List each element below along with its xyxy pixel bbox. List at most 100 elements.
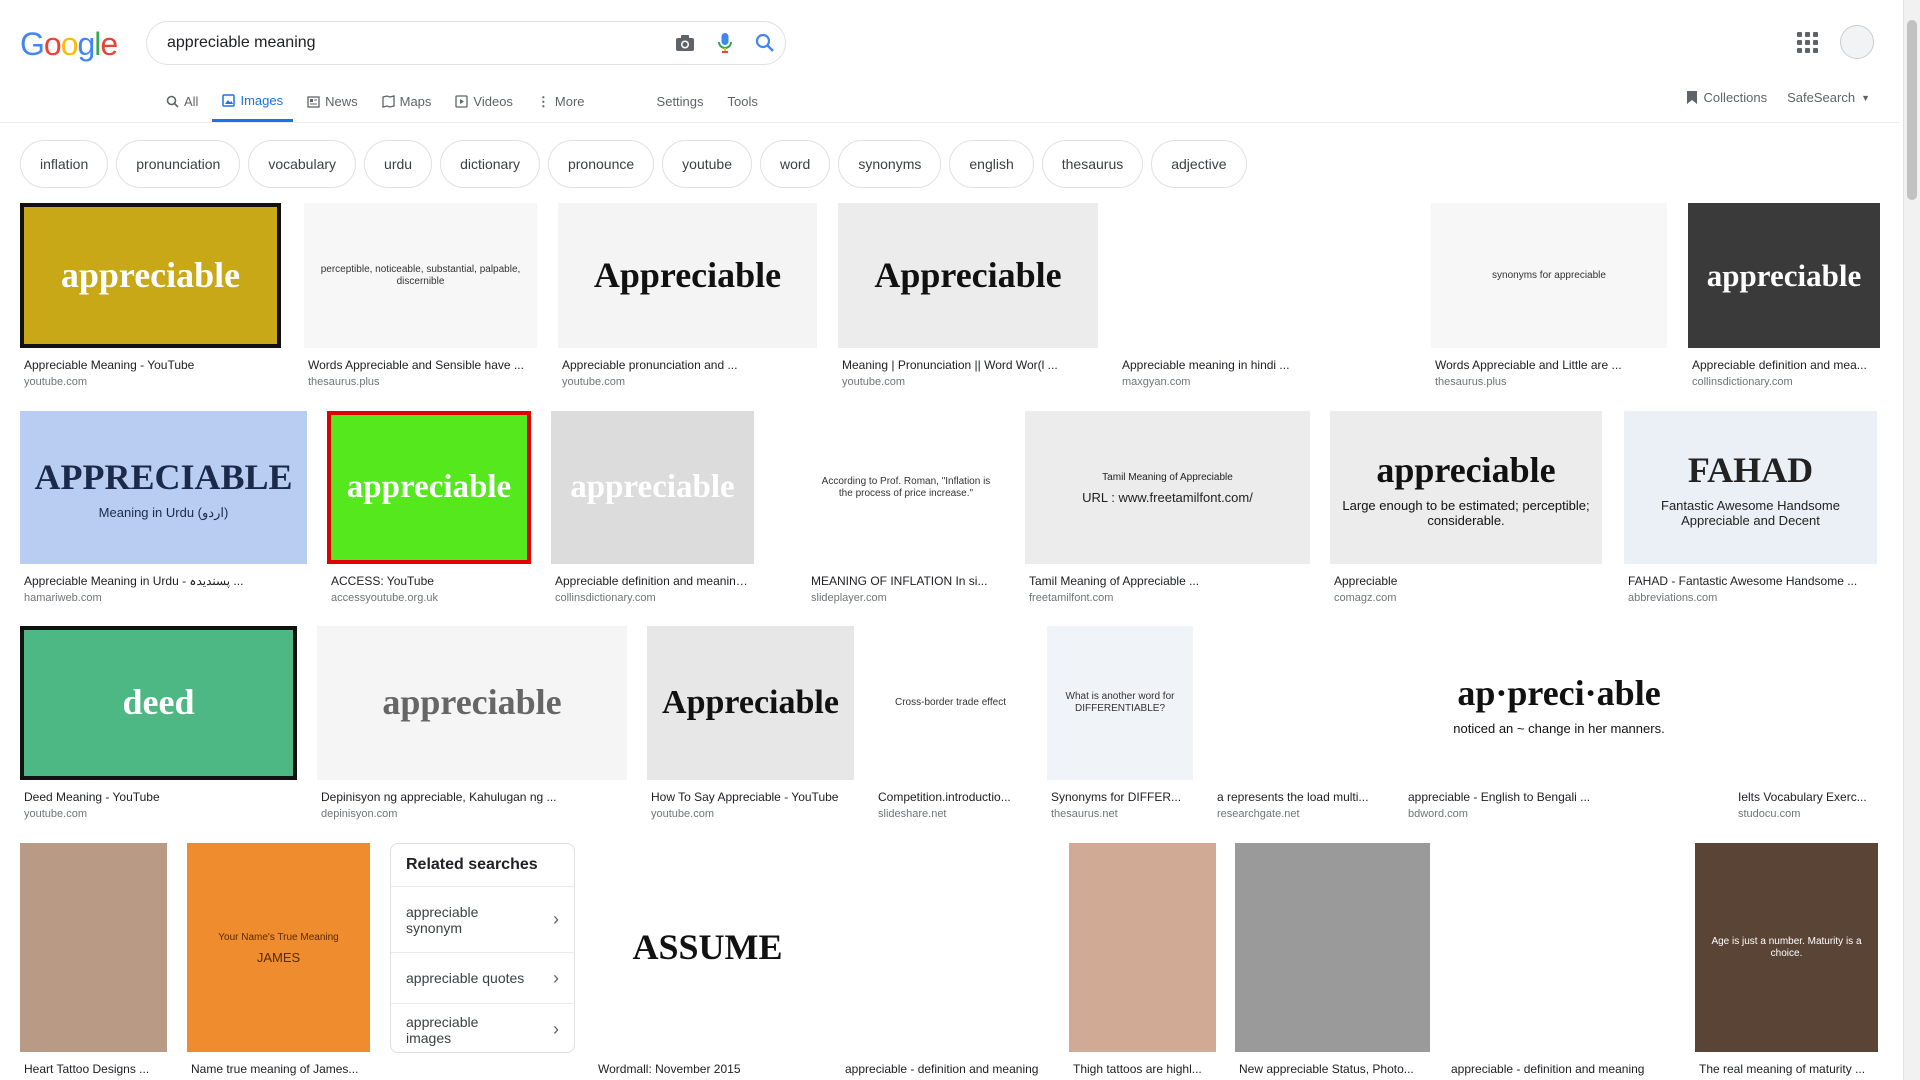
image-result[interactable]: According to Prof. Roman, "Inflation is … — [807, 411, 1005, 604]
result-thumbnail[interactable] — [1213, 626, 1383, 780]
image-result[interactable]: synonyms for appreciable Words Appreciabl… — [1431, 203, 1667, 388]
image-result[interactable]: ASSUME Wordmall: November 2015 — [594, 843, 821, 1080]
result-caption[interactable]: Appreciable — [1334, 574, 1600, 588]
image-result[interactable]: perceptible, noticeable, substantial, pa… — [304, 203, 537, 388]
result-thumbnail[interactable] — [1069, 843, 1216, 1052]
tab-all[interactable]: All — [166, 88, 198, 122]
result-caption[interactable]: How To Say Appreciable - YouTube — [651, 790, 852, 804]
result-caption[interactable]: appreciable - definition and meaning — [845, 1062, 1047, 1076]
result-thumbnail[interactable]: synonyms for appreciable — [1431, 203, 1667, 348]
result-thumbnail[interactable]: Appreciable — [838, 203, 1098, 348]
result-caption[interactable]: ACCESS: YouTube — [331, 574, 529, 588]
result-caption[interactable]: Appreciable meaning in hindi ... — [1122, 358, 1408, 372]
result-caption[interactable]: New appreciable Status, Photo... — [1239, 1062, 1428, 1076]
image-result[interactable]: appreciable Large enough to be estimated;… — [1330, 411, 1602, 604]
result-thumbnail[interactable]: Appreciable — [647, 626, 854, 780]
image-result[interactable]: Appreciable Appreciable pronunciation and… — [558, 203, 817, 388]
tab-videos[interactable]: Videos — [455, 88, 513, 122]
result-thumbnail[interactable] — [1447, 843, 1675, 1052]
result-thumbnail[interactable]: ASSUME — [594, 843, 821, 1052]
search-input[interactable] — [167, 34, 665, 52]
result-thumbnail[interactable]: FAHAD Fantastic Awesome Handsome Apprecia… — [1624, 411, 1877, 564]
chip-inflation[interactable]: inflation — [20, 140, 109, 188]
tab-maps[interactable]: Maps — [381, 88, 431, 122]
result-thumbnail[interactable]: appreciable — [551, 411, 754, 564]
result-caption[interactable]: The real meaning of maturity ... — [1699, 1062, 1876, 1076]
chip-thesaurus[interactable]: thesaurus — [1041, 140, 1144, 188]
result-caption[interactable]: Meaning | Pronunciation || Word Wor(l ..… — [842, 358, 1096, 372]
apps-grid-icon[interactable] — [1795, 30, 1819, 54]
image-result[interactable]: appreciable Depinisyon ng appreciable, Ka… — [317, 626, 627, 820]
result-caption[interactable]: Appreciable pronunciation and ... — [562, 358, 815, 372]
result-thumbnail[interactable]: Cross-border trade effect — [874, 626, 1027, 780]
result-thumbnail[interactable]: ap·preci·able noticed an ~ change in her … — [1404, 626, 1714, 780]
image-result[interactable]: APPRECIABLE Meaning in Urdu (اردو) Appreci… — [20, 411, 307, 604]
result-caption[interactable]: Heart Tattoo Designs ... — [24, 1062, 165, 1076]
result-thumbnail[interactable]: appreciable — [20, 203, 281, 348]
result-thumbnail[interactable]: Tamil Meaning of Appreciable URL : www.fr… — [1025, 411, 1310, 564]
chip-dictionary[interactable]: dictionary — [440, 140, 540, 188]
image-result[interactable]: Appreciable How To Say Appreciable - YouT… — [647, 626, 854, 820]
scrollbar-thumb[interactable] — [1907, 20, 1917, 200]
avatar[interactable] — [1840, 25, 1874, 59]
image-result[interactable]: Appreciable meaning in hindi ... maxgyan.… — [1118, 203, 1410, 388]
result-thumbnail[interactable]: Your Name's True Meaning JAMES — [187, 843, 370, 1052]
image-result[interactable]: appreciable - definition and meaning — [841, 843, 1049, 1080]
image-result[interactable]: a represents the load multi... researchga… — [1213, 626, 1383, 820]
result-thumbnail[interactable]: APPRECIABLE Meaning in Urdu (اردو) — [20, 411, 307, 564]
chip-vocabulary[interactable]: vocabulary — [248, 140, 357, 188]
tab-settings[interactable]: Settings — [657, 88, 704, 122]
result-caption[interactable]: a represents the load multi... — [1217, 790, 1381, 804]
chip-english[interactable]: english — [949, 140, 1034, 188]
result-caption[interactable]: Depinisyon ng appreciable, Kahulugan ng … — [321, 790, 625, 804]
google-logo[interactable]: Google — [20, 26, 118, 63]
result-thumbnail[interactable]: What is another word for DIFFERENTIABLE? — [1047, 626, 1193, 780]
result-thumbnail[interactable]: perceptible, noticeable, substantial, pa… — [304, 203, 537, 348]
collections-link[interactable]: Collections — [1686, 90, 1767, 105]
result-caption[interactable]: Appreciable Meaning - YouTube — [24, 358, 279, 372]
image-result[interactable]: New appreciable Status, Photo... — [1235, 843, 1430, 1080]
result-thumbnail[interactable]: Age is just a number. Maturity is a choi… — [1695, 843, 1878, 1052]
result-caption[interactable]: Deed Meaning - YouTube — [24, 790, 295, 804]
result-caption[interactable]: FAHAD - Fantastic Awesome Handsome ... — [1628, 574, 1875, 588]
result-thumbnail[interactable] — [841, 843, 1049, 1052]
image-result[interactable]: Cross-border trade effect Competition.int… — [874, 626, 1027, 820]
result-thumbnail[interactable]: According to Prof. Roman, "Inflation is … — [807, 411, 1005, 564]
result-thumbnail[interactable] — [1118, 203, 1410, 348]
image-result[interactable]: Ielts Vocabulary Exerc... studocu.com — [1734, 626, 1880, 820]
result-caption[interactable]: Appreciable Meaning in Urdu - پسندیدہ ..… — [24, 574, 305, 588]
image-result[interactable]: appreciable Appreciable definition and me… — [551, 411, 754, 604]
tab-tools[interactable]: Tools — [728, 88, 758, 122]
safesearch-dropdown[interactable]: SafeSearch ▼ — [1787, 90, 1870, 105]
image-result[interactable]: Heart Tattoo Designs ... — [20, 843, 167, 1080]
result-caption[interactable]: Appreciable definition and mea... — [1692, 358, 1878, 372]
image-result[interactable]: Appreciable Meaning | Pronunciation || Wo… — [838, 203, 1098, 388]
image-result[interactable]: What is another word for DIFFERENTIABLE?… — [1047, 626, 1193, 820]
image-result[interactable]: ap·preci·able noticed an ~ change in her … — [1404, 626, 1714, 820]
result-thumbnail[interactable]: appreciable — [327, 411, 531, 564]
result-caption[interactable]: Appreciable definition and meaning ... — [555, 574, 752, 588]
tab-news[interactable]: News — [307, 88, 358, 122]
result-caption[interactable]: Thigh tattoos are highl... — [1073, 1062, 1214, 1076]
chip-word[interactable]: word — [759, 140, 831, 188]
result-thumbnail[interactable] — [1235, 843, 1430, 1052]
scrollbar[interactable] — [1903, 0, 1920, 1080]
result-caption[interactable]: appreciable - definition and meaning — [1451, 1062, 1673, 1076]
image-result[interactable]: Tamil Meaning of Appreciable URL : www.fr… — [1025, 411, 1310, 604]
result-thumbnail[interactable]: appreciable — [317, 626, 627, 780]
result-caption[interactable]: Tamil Meaning of Appreciable ... — [1029, 574, 1308, 588]
result-caption[interactable]: Competition.introductio... — [878, 790, 1025, 804]
image-result[interactable]: Your Name's True Meaning JAMES Name true m… — [187, 843, 370, 1080]
result-thumbnail[interactable]: Appreciable — [558, 203, 817, 348]
related-search-item[interactable]: appreciable quotes › — [391, 953, 574, 1004]
result-thumbnail[interactable]: deed — [20, 626, 297, 780]
result-caption[interactable]: Ielts Vocabulary Exerc... — [1738, 790, 1878, 804]
chip-urdu[interactable]: urdu — [364, 140, 433, 188]
chip-pronounce[interactable]: pronounce — [547, 140, 655, 188]
chip-synonyms[interactable]: synonyms — [838, 140, 942, 188]
image-result[interactable]: deed Deed Meaning - YouTube youtube.com — [20, 626, 297, 820]
result-caption[interactable]: Wordmall: November 2015 — [598, 1062, 819, 1076]
image-result[interactable]: Age is just a number. Maturity is a choi… — [1695, 843, 1878, 1080]
related-search-item[interactable]: appreciable images › — [391, 1004, 574, 1055]
related-search-item[interactable]: appreciable synonym › — [391, 887, 574, 953]
